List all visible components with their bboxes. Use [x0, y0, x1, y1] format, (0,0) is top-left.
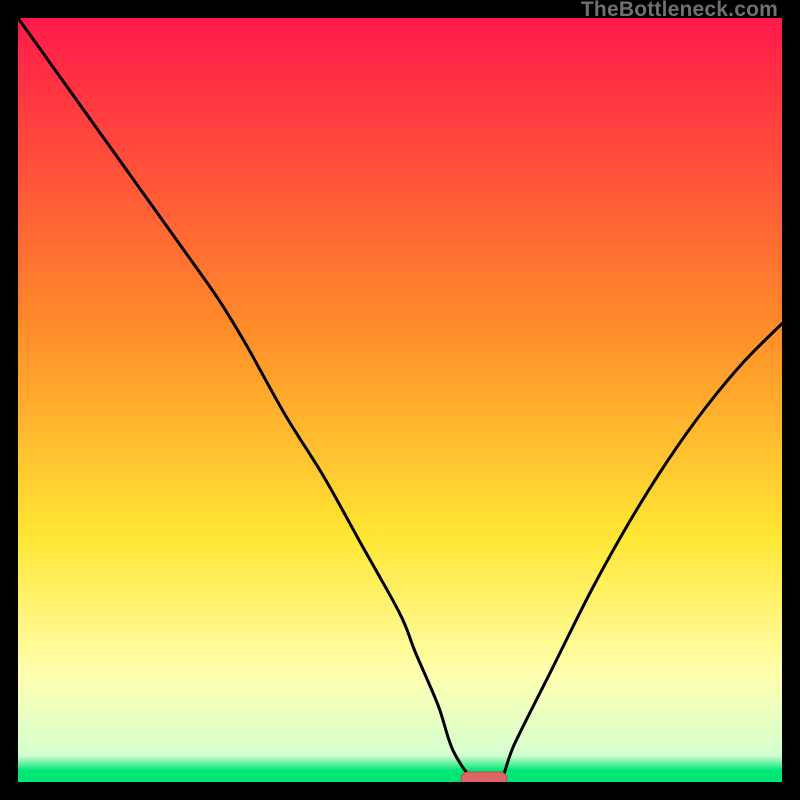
- gradient-background: [18, 18, 782, 782]
- watermark-text: TheBottleneck.com: [581, 0, 778, 22]
- optimum-marker: [461, 772, 507, 782]
- bottleneck-plot: [18, 18, 782, 782]
- chart-frame: [18, 18, 782, 782]
